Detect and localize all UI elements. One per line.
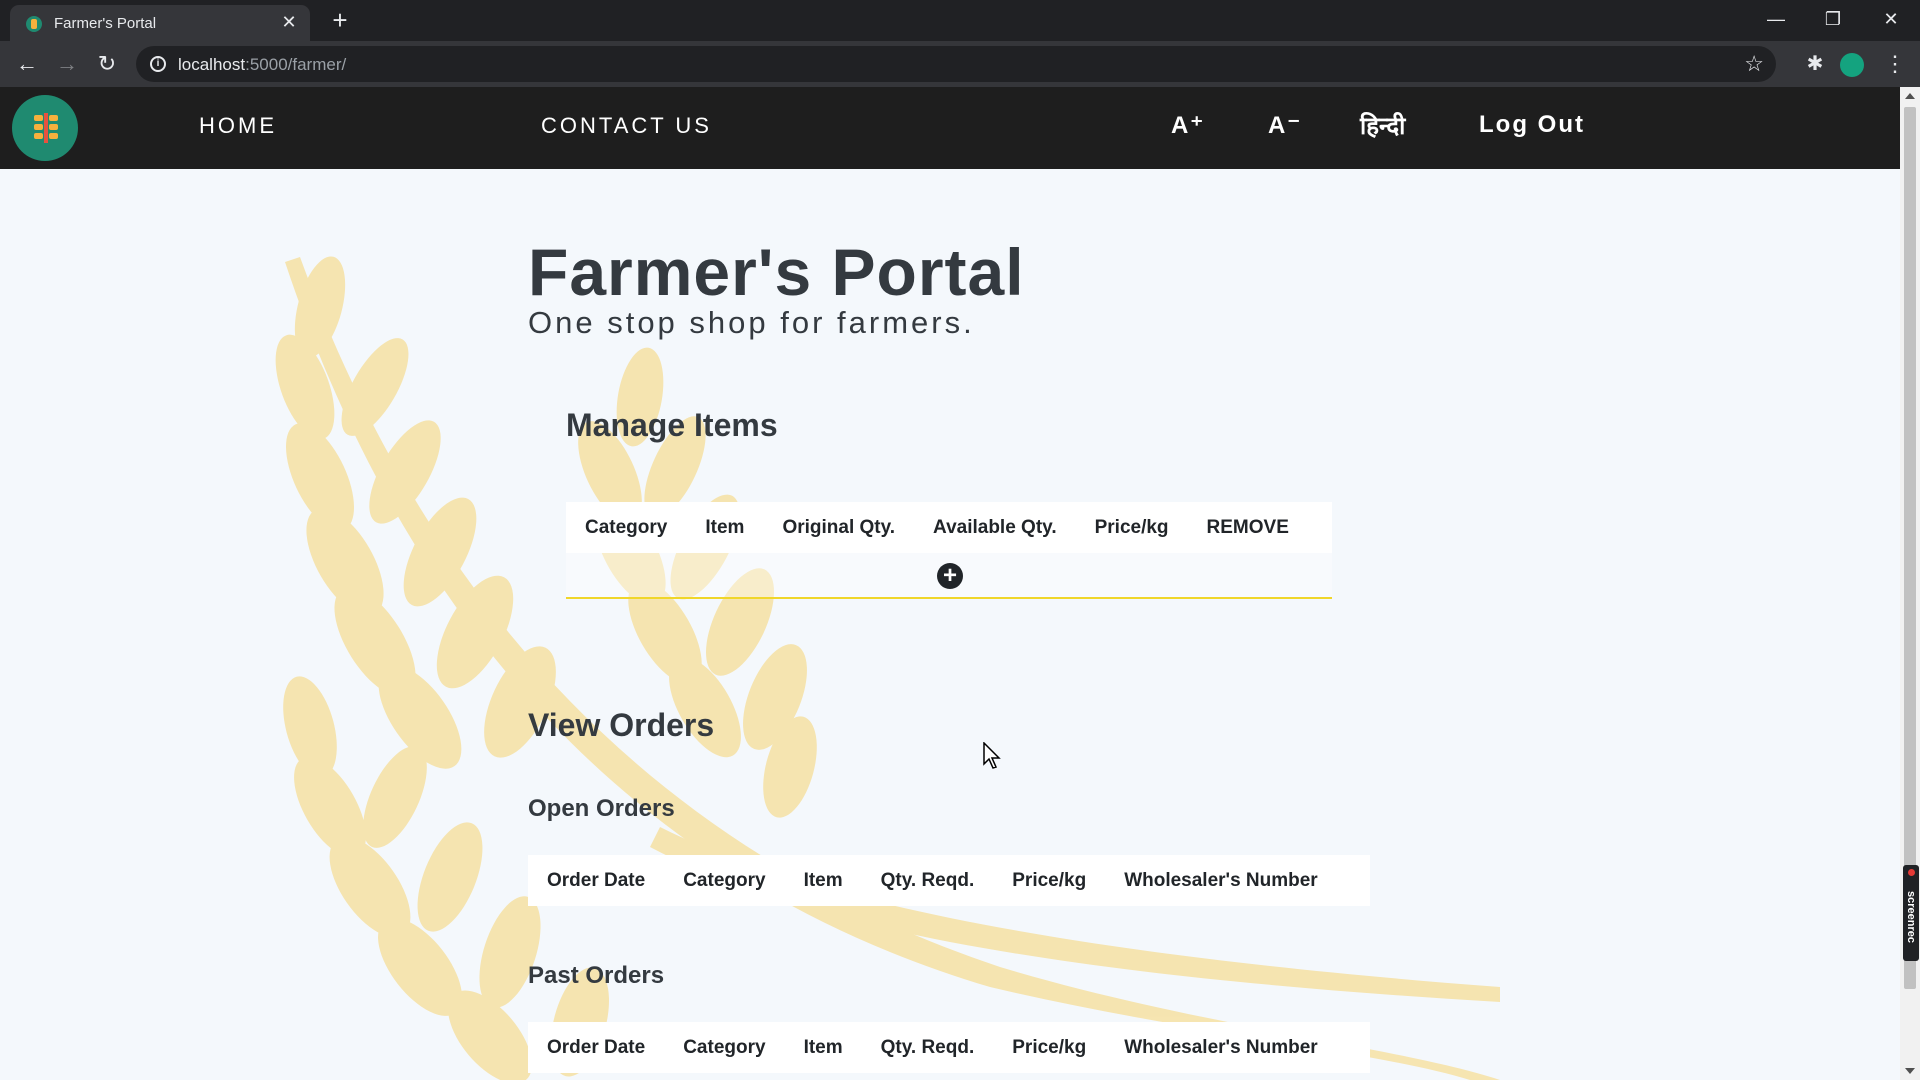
tab-favicon-icon [26,16,42,32]
column-header: Order Date [547,869,646,891]
column-header: Qty. Reqd. [880,869,975,891]
profile-avatar[interactable] [1840,53,1864,77]
tab-close-icon[interactable]: ✕ [278,11,300,33]
page-subtitle: One stop shop for farmers. [528,305,975,340]
past-orders-heading: Past Orders [528,962,665,989]
window-close-icon[interactable]: ✕ [1868,4,1914,34]
column-header: Category [683,869,766,891]
browser-tabbar: Farmer's Portal ✕ + — ❐ ✕ [0,0,1920,41]
address-bar[interactable]: i localhost:5000/farmer/ ☆ [136,46,1776,82]
main-content: Farmer's Portal One stop shop for farmer… [0,87,1900,1080]
site-info-icon[interactable]: i [150,56,166,72]
add-item-row: + [566,553,1332,599]
open-orders-table-header: Order Date Category Item Qty. Reqd. Pric… [528,855,1370,906]
page-viewport: HOME CONTACT US A⁺ A⁻ हिन्दी Log Out Far… [0,87,1900,1080]
column-header: Original Qty. [782,516,896,538]
column-header: REMOVE [1206,516,1289,538]
column-header: Available Qty. [933,516,1057,538]
recorder-label: screenrec [1905,891,1917,943]
browser-tab[interactable]: Farmer's Portal ✕ [10,5,310,41]
column-header: Price/kg [1012,869,1087,891]
manage-items-table-header: Category Item Original Qty. Available Qt… [566,502,1332,553]
bookmark-star-icon[interactable]: ☆ [1744,51,1764,77]
url-path: :5000/farmer/ [245,55,347,74]
column-header: Category [585,516,668,538]
add-item-plus-icon[interactable]: + [937,563,963,589]
screen-recorder-badge: screenrec [1903,865,1919,961]
column-header: Wholesaler's Number [1124,869,1318,891]
column-header: Price/kg [1094,516,1169,538]
open-orders-heading: Open Orders [528,795,675,822]
column-header: Order Date [547,1036,646,1058]
column-header: Wholesaler's Number [1124,1036,1318,1058]
extensions-icon[interactable]: ✱ [1800,49,1830,79]
url-host: localhost [178,55,246,74]
column-header: Qty. Reqd. [880,1036,975,1058]
column-header: Category [683,1036,766,1058]
page-title: Farmer's Portal [528,235,1025,309]
past-orders-table-header: Order Date Category Item Qty. Reqd. Pric… [528,1022,1370,1073]
column-header: Item [705,516,745,538]
column-header: Item [803,869,843,891]
column-header: Item [803,1036,843,1058]
scroll-up-arrow-icon[interactable] [1905,93,1915,99]
back-icon[interactable]: ← [12,49,42,79]
restore-icon[interactable]: ❐ [1810,4,1856,34]
scrollbar-thumb[interactable] [1904,107,1916,989]
scroll-down-arrow-icon[interactable] [1905,1068,1915,1074]
new-tab-icon[interactable]: + [326,6,354,34]
column-header: Price/kg [1012,1036,1087,1058]
tab-title: Farmer's Portal [54,15,157,32]
browser-toolbar: ← → ↻ i localhost:5000/farmer/ ☆ ✱ ⋮ [0,41,1920,87]
manage-items-heading: Manage Items [566,407,778,443]
reload-icon[interactable]: ↻ [92,49,122,79]
view-orders-heading: View Orders [528,707,715,743]
record-dot-icon [1908,869,1915,876]
forward-icon[interactable]: → [52,49,82,79]
minimize-icon[interactable]: — [1753,4,1799,34]
browser-menu-icon[interactable]: ⋮ [1880,49,1910,79]
url-text: localhost:5000/farmer/ [178,55,346,75]
